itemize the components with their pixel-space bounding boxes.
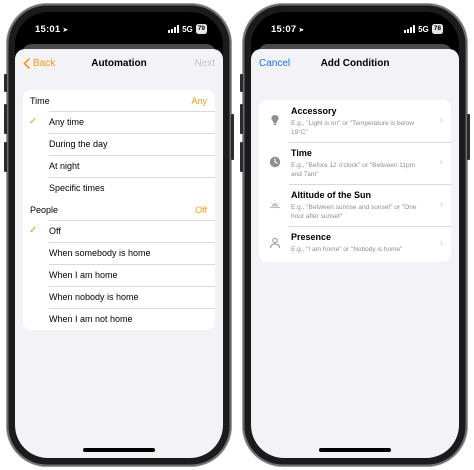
clock-icon bbox=[269, 156, 281, 168]
condition-description: E.g., "Before 12 o'clock" or "Between 11… bbox=[291, 162, 416, 178]
option-specific-times[interactable]: Specific times bbox=[23, 177, 215, 199]
status-time: 15:07 bbox=[271, 24, 297, 35]
option-when-i-am-not-home[interactable]: When I am not home bbox=[23, 308, 215, 330]
option-label: Off bbox=[49, 226, 61, 236]
person-icon bbox=[270, 237, 280, 249]
right-screen: 15:07 ➤ 5G 78 Cancel Add Condition Access… bbox=[251, 12, 459, 458]
checkmark-icon: ✓ bbox=[29, 116, 38, 127]
chevron-right-icon: › bbox=[439, 157, 443, 168]
add-condition-sheet: Cancel Add Condition Accessory E.g., "Li… bbox=[251, 49, 459, 458]
option-label: At night bbox=[49, 161, 80, 171]
next-button[interactable]: Next bbox=[194, 58, 215, 69]
chevron-right-icon: › bbox=[439, 238, 443, 249]
option-label: When I am not home bbox=[49, 314, 133, 324]
automation-options-group: Time Any ✓ Any time During the day At ni… bbox=[23, 90, 215, 330]
sunrise-icon bbox=[269, 200, 281, 209]
condition-title: Presence bbox=[291, 232, 332, 242]
people-section-value: Off bbox=[195, 205, 207, 215]
time-section-value: Any bbox=[191, 96, 207, 106]
network-label: 5G bbox=[182, 24, 193, 34]
home-indicator[interactable] bbox=[319, 448, 391, 452]
option-label: Specific times bbox=[49, 183, 105, 193]
battery-icon: 79 bbox=[195, 24, 207, 34]
network-label: 5G bbox=[418, 24, 429, 34]
condition-altitude-of-the-sun[interactable]: Altitude of the Sun E.g., "Between sunri… bbox=[259, 184, 451, 226]
checkmark-icon: ✓ bbox=[29, 225, 38, 236]
signal-icon bbox=[168, 25, 180, 33]
dynamic-island bbox=[325, 22, 385, 39]
condition-accessory[interactable]: Accessory E.g., "Light is on" or "Temper… bbox=[259, 100, 451, 142]
option-off[interactable]: ✓ Off bbox=[23, 220, 215, 242]
left-screen: 15:01➤ 5G 79 Back Automation Next Time bbox=[15, 12, 223, 458]
status-time: 15:01 bbox=[35, 24, 61, 35]
option-at-night[interactable]: At night bbox=[23, 155, 215, 177]
time-section-label: Time bbox=[30, 96, 50, 106]
condition-description: E.g., "Light is on" or "Temperature is b… bbox=[291, 120, 414, 136]
nav-bar: Cancel Add Condition bbox=[251, 49, 459, 79]
time-section-header: Time Any bbox=[23, 90, 215, 111]
right-phone: 15:07 ➤ 5G 78 Cancel Add Condition Access… bbox=[240, 4, 470, 466]
condition-title: Altitude of the Sun bbox=[291, 190, 371, 200]
lightbulb-icon bbox=[271, 115, 279, 125]
left-phone: 15:01➤ 5G 79 Back Automation Next Time bbox=[4, 4, 234, 466]
people-section-label: People bbox=[30, 205, 59, 215]
home-indicator[interactable] bbox=[83, 448, 155, 452]
option-label: When nobody is home bbox=[49, 292, 139, 302]
battery-icon: 78 bbox=[431, 24, 443, 34]
chevron-right-icon: › bbox=[439, 115, 443, 126]
page-title: Automation bbox=[91, 58, 147, 69]
option-label: Any time bbox=[49, 117, 85, 127]
signal-icon bbox=[404, 25, 416, 33]
option-label: During the day bbox=[49, 139, 108, 149]
nav-bar: Back Automation Next bbox=[15, 49, 223, 79]
status-bar: 15:07 ➤ 5G 78 bbox=[251, 12, 459, 46]
option-any-time[interactable]: ✓ Any time bbox=[23, 111, 215, 133]
page-title: Add Condition bbox=[320, 58, 390, 69]
option-when-i-am-home[interactable]: When I am home bbox=[23, 264, 215, 286]
conditions-list: Accessory E.g., "Light is on" or "Temper… bbox=[259, 100, 451, 262]
condition-title: Time bbox=[291, 148, 312, 158]
dynamic-island bbox=[89, 22, 149, 39]
option-when-somebody-is-home[interactable]: When somebody is home bbox=[23, 242, 215, 264]
automation-sheet: Back Automation Next Time Any ✓ Any time… bbox=[15, 49, 223, 458]
location-arrow-icon: ➤ bbox=[62, 27, 69, 34]
condition-presence[interactable]: Presence E.g., "I am home" or "Nobody is… bbox=[259, 226, 451, 262]
condition-title: Accessory bbox=[291, 106, 337, 116]
condition-description: E.g., "Between sunrise and sunset" or "O… bbox=[291, 204, 417, 220]
location-arrow-icon: ➤ bbox=[298, 27, 305, 34]
chevron-right-icon: › bbox=[439, 199, 443, 210]
option-during-the-day[interactable]: During the day bbox=[23, 133, 215, 155]
condition-description: E.g., "I am home" or "Nobody is home" bbox=[291, 246, 403, 253]
option-label: When I am home bbox=[49, 270, 118, 280]
option-when-nobody-is-home[interactable]: When nobody is home bbox=[23, 286, 215, 308]
status-bar: 15:01 ➤ 5G 79 bbox=[15, 12, 223, 46]
option-label: When somebody is home bbox=[49, 248, 151, 258]
people-section-header: People Off bbox=[23, 199, 215, 220]
condition-time[interactable]: Time E.g., "Before 12 o'clock" or "Betwe… bbox=[259, 142, 451, 184]
